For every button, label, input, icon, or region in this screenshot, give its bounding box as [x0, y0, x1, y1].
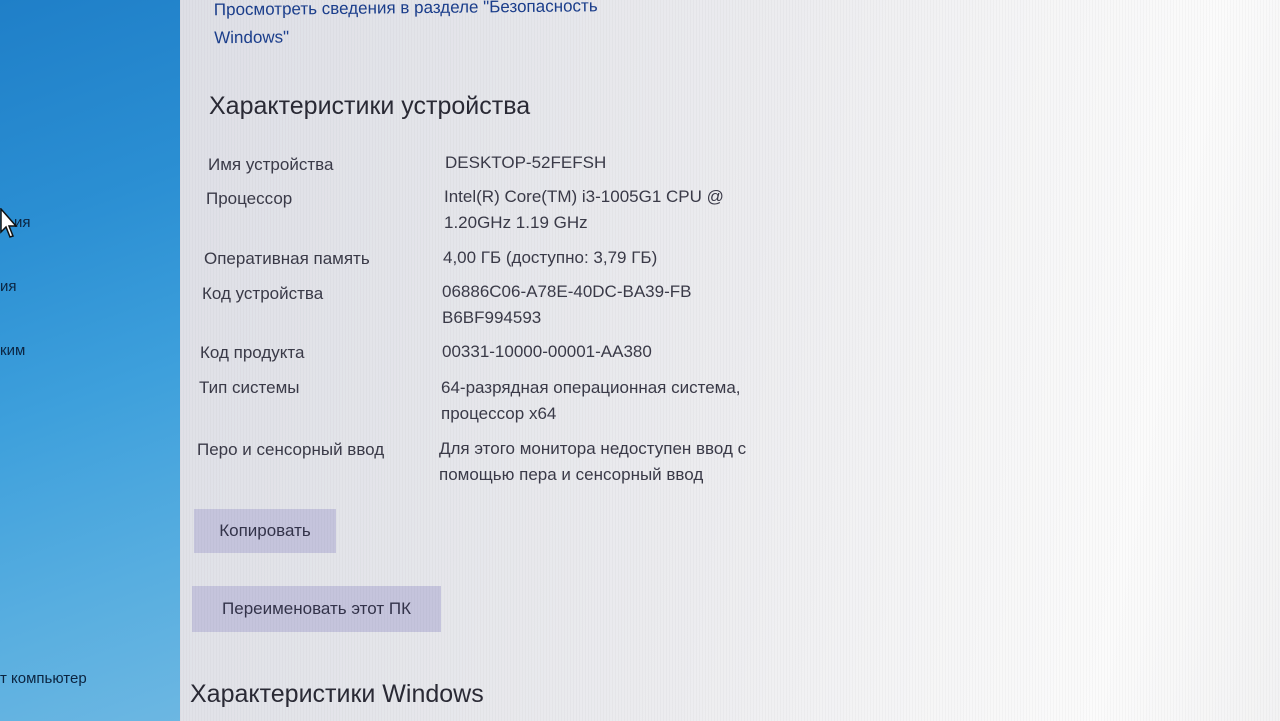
device-name-value: DESKTOP-52FEFSH	[445, 153, 607, 172]
ram-label: Оперативная память	[204, 249, 370, 268]
product-id-label: Код продукта	[200, 343, 305, 362]
product-id-value: 00331-10000-00001-AA380	[442, 342, 652, 361]
sidebar-item[interactable]: ким	[0, 342, 25, 359]
pen-touch-label: Перо и сенсорный ввод	[197, 440, 385, 459]
sidebar: ия ия ким т компьютер	[0, 0, 185, 721]
device-specs-title: Характеристики устройства	[209, 92, 531, 120]
device-id-label: Код устройства	[202, 284, 324, 303]
rename-pc-button[interactable]: Переименовать этот ПК	[192, 586, 441, 632]
system-type-value: 64-разрядная операционная система, проце…	[441, 378, 741, 423]
main-content: Просмотреть сведения в разделе "Безопасн…	[180, 0, 1280, 721]
system-type-label: Тип системы	[199, 378, 300, 397]
windows-specs-title: Характеристики Windows	[190, 680, 484, 708]
ram-value: 4,00 ГБ (доступно: 3,79 ГБ)	[443, 248, 658, 267]
processor-value: Intel(R) Core(TM) i3-1005G1 CPU @ 1.20GH…	[444, 187, 724, 232]
security-link[interactable]: Просмотреть сведения в разделе "Безопасн…	[214, 0, 645, 52]
pen-touch-value: Для этого монитора недоступен ввод с пом…	[439, 439, 747, 484]
device-name-label: Имя устройства	[208, 155, 334, 174]
sidebar-item[interactable]: ия	[0, 278, 17, 295]
processor-label: Процессор	[206, 189, 293, 208]
sidebar-item[interactable]: т компьютер	[0, 670, 87, 687]
mouse-pointer-icon	[0, 208, 18, 238]
device-id-value: 06886C06-A78E-40DC-BA39-FBB6BF994593	[442, 282, 692, 327]
copy-button[interactable]: Копировать	[194, 509, 336, 553]
